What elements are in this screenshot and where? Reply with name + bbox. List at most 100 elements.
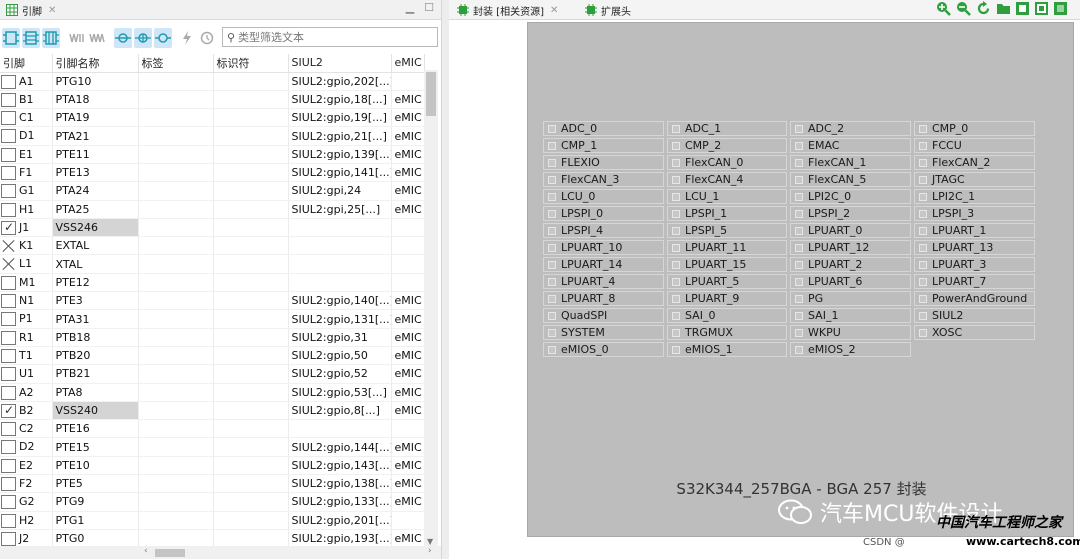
- table-row[interactable]: C2 PTE16: [0, 419, 425, 439]
- pin-checkbox[interactable]: [1, 111, 16, 126]
- emios-cell[interactable]: eMIC: [391, 108, 425, 128]
- peripheral-item[interactable]: JTAGC: [914, 172, 1035, 187]
- peripheral-checkbox[interactable]: [795, 124, 803, 133]
- identifier-cell[interactable]: [213, 492, 289, 512]
- identifier-cell[interactable]: [213, 90, 289, 110]
- pin-name-cell[interactable]: PTB20: [52, 346, 139, 366]
- siul2-cell[interactable]: SIUL2:gpio,144[...]: [288, 437, 392, 457]
- pin-checkbox[interactable]: [1, 495, 16, 510]
- label-cell[interactable]: [138, 309, 214, 329]
- peripheral-checkbox[interactable]: [672, 209, 680, 218]
- identifier-cell[interactable]: [213, 108, 289, 128]
- peripheral-checkbox[interactable]: [672, 277, 680, 286]
- peripheral-item[interactable]: LPUART_6: [790, 274, 911, 289]
- identifier-cell[interactable]: [213, 145, 289, 164]
- peripheral-checkbox[interactable]: [672, 260, 680, 269]
- peripheral-checkbox[interactable]: [919, 158, 927, 167]
- peripheral-checkbox[interactable]: [548, 328, 556, 337]
- peripheral-item[interactable]: LPUART_8: [543, 291, 664, 306]
- pin-checkbox[interactable]: [1, 275, 16, 290]
- table-row[interactable]: A1 PTG10 SIUL2:gpio,202[...]: [0, 72, 425, 91]
- pin-checkbox[interactable]: [1, 202, 16, 217]
- peripheral-checkbox[interactable]: [548, 277, 556, 286]
- peripheral-checkbox[interactable]: [672, 158, 680, 167]
- peripheral-item[interactable]: LPUART_14: [543, 257, 664, 272]
- label-cell[interactable]: [138, 181, 214, 201]
- pin-checkbox[interactable]: [1, 477, 16, 492]
- peripheral-item[interactable]: LPSPI_2: [790, 206, 911, 221]
- tab-expansion-header[interactable]: 扩展头: [581, 0, 635, 20]
- siul2-cell[interactable]: SIUL2:gpio,31: [288, 328, 392, 347]
- peripheral-checkbox[interactable]: [548, 175, 556, 184]
- label-cell[interactable]: [138, 145, 214, 164]
- peripheral-item[interactable]: SYSTEM: [543, 325, 664, 340]
- peripheral-checkbox[interactable]: [919, 124, 927, 133]
- label-cell[interactable]: [138, 254, 214, 274]
- emios-cell[interactable]: eMIC: [391, 90, 425, 110]
- peripheral-item[interactable]: LPUART_7: [914, 274, 1035, 289]
- chip-view-b-icon[interactable]: [1034, 1, 1049, 16]
- table-row[interactable]: K1 EXTAL: [0, 236, 425, 256]
- pin-name-cell[interactable]: XTAL: [52, 254, 139, 274]
- label-cell[interactable]: [138, 437, 214, 457]
- column-header[interactable]: eMIC: [391, 54, 425, 73]
- peripheral-checkbox[interactable]: [795, 294, 803, 303]
- peripheral-item[interactable]: FlexCAN_4: [667, 172, 787, 187]
- column-header[interactable]: 标签: [138, 54, 214, 73]
- peripheral-item[interactable]: LPUART_0: [790, 223, 911, 238]
- pin-name-cell[interactable]: PTA25: [52, 200, 139, 219]
- peripheral-checkbox[interactable]: [548, 311, 556, 320]
- siul2-cell[interactable]: SIUL2:gpi,25[...]: [288, 200, 392, 219]
- peripheral-item[interactable]: LPUART_4: [543, 274, 664, 289]
- peripheral-item[interactable]: FlexCAN_1: [790, 155, 911, 170]
- wave-b-icon[interactable]: [88, 28, 106, 48]
- table-row[interactable]: D1 PTA21 SIUL2:gpio,21[...] eMIC: [0, 126, 425, 146]
- pin-name-cell[interactable]: PTG0: [52, 529, 139, 549]
- table-row[interactable]: J1 VSS246: [0, 218, 425, 238]
- siul2-cell[interactable]: SIUL2:gpio,141[...]: [288, 163, 392, 183]
- show-pins-c-icon[interactable]: [42, 28, 60, 48]
- emios-cell[interactable]: eMIC: [391, 328, 425, 347]
- emios-cell[interactable]: eMIC: [391, 364, 425, 384]
- siul2-cell[interactable]: SIUL2:gpio,50: [288, 346, 392, 366]
- peripheral-checkbox[interactable]: [795, 158, 803, 167]
- label-cell[interactable]: [138, 90, 214, 110]
- emios-cell[interactable]: eMIC: [391, 181, 425, 201]
- pin-checkbox[interactable]: [1, 74, 16, 89]
- peripheral-item[interactable]: XOSC: [914, 325, 1035, 340]
- scroll-left-icon[interactable]: ‹: [144, 546, 148, 556]
- peripheral-item[interactable]: FLEXIO: [543, 155, 664, 170]
- siul2-cell[interactable]: SIUL2:gpio,143[...]: [288, 456, 392, 476]
- label-cell[interactable]: [138, 456, 214, 476]
- peripheral-item[interactable]: LPSPI_4: [543, 223, 664, 238]
- siul2-cell[interactable]: SIUL2:gpio,133[...]: [288, 492, 392, 512]
- pin-name-cell[interactable]: PTG1: [52, 511, 139, 530]
- horizontal-scrollbar[interactable]: ‹ ›: [0, 546, 441, 559]
- zoom-out-icon[interactable]: [956, 1, 971, 16]
- emios-cell[interactable]: eMIC: [391, 492, 425, 512]
- peripheral-checkbox[interactable]: [795, 260, 803, 269]
- zoom-in-icon[interactable]: [936, 1, 951, 16]
- peripheral-checkbox[interactable]: [548, 226, 556, 235]
- peripheral-item[interactable]: TRGMUX: [667, 325, 787, 340]
- siul2-cell[interactable]: SIUL2:gpio,202[...]: [288, 72, 392, 91]
- peripheral-checkbox[interactable]: [795, 209, 803, 218]
- siul2-cell[interactable]: SIUL2:gpio,140[...]: [288, 291, 392, 311]
- label-cell[interactable]: [138, 236, 214, 256]
- pin-name-cell[interactable]: PTE15: [52, 437, 139, 457]
- peripheral-item[interactable]: CMP_2: [667, 138, 787, 153]
- peripheral-item[interactable]: eMIOS_0: [543, 342, 664, 357]
- siul2-cell[interactable]: SIUL2:gpio,193[...]: [288, 529, 392, 549]
- chip-view-c-icon[interactable]: [1053, 1, 1068, 16]
- peripheral-item[interactable]: LPUART_9: [667, 291, 787, 306]
- minimize-icon[interactable]: ▁: [404, 2, 416, 14]
- emios-cell[interactable]: eMIC: [391, 437, 425, 457]
- maximize-icon[interactable]: ☐: [423, 2, 435, 14]
- label-cell[interactable]: [138, 273, 214, 293]
- peripheral-checkbox[interactable]: [795, 141, 803, 150]
- identifier-cell[interactable]: [213, 328, 289, 347]
- label-cell[interactable]: [138, 346, 214, 366]
- emios-cell[interactable]: [391, 511, 425, 530]
- table-row[interactable]: E2 PTE10 SIUL2:gpio,143[...] eMIC: [0, 456, 425, 476]
- close-icon[interactable]: ✕: [48, 5, 56, 16]
